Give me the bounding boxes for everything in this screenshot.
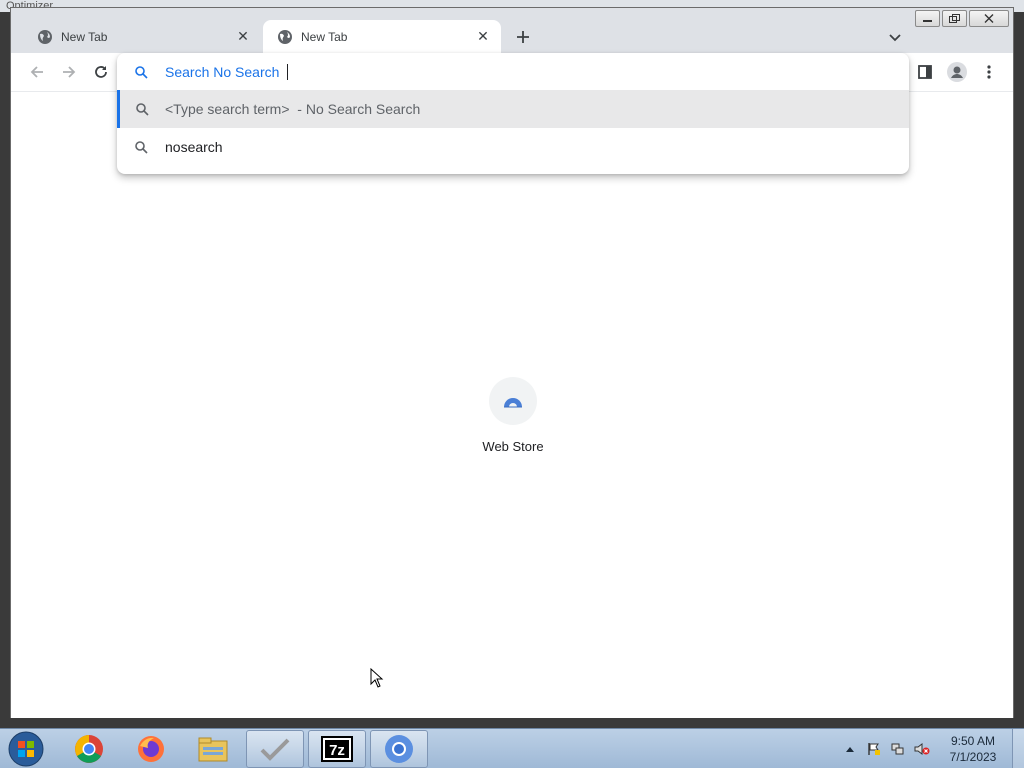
globe-icon — [277, 29, 293, 45]
more-vert-icon — [987, 65, 991, 79]
window-controls — [915, 10, 1009, 27]
shortcut-web-store[interactable]: Web Store — [463, 377, 563, 454]
search-icon — [120, 102, 165, 116]
show-desktop-button[interactable] — [1012, 729, 1024, 768]
taskbar: 7z 9:50 AM 7/1/2023 — [0, 728, 1024, 768]
close-window-button[interactable] — [969, 10, 1009, 27]
close-tab-icon[interactable]: ✕ — [475, 28, 491, 45]
clock-time: 9:50 AM — [950, 734, 996, 748]
checkmark-app-icon — [260, 738, 290, 761]
omnibox-input[interactable]: Search No Search — [117, 53, 909, 91]
chromium-icon — [385, 735, 413, 763]
search-icon — [117, 140, 165, 154]
chrome-icon — [75, 735, 103, 763]
tab-strip: New Tab ✕ New Tab ✕ — [11, 8, 1013, 53]
omnibox-dropdown: Search No Search <Type search term> - No… — [117, 53, 909, 174]
7zip-icon: 7z — [321, 736, 353, 762]
minimize-icon — [923, 20, 932, 22]
tab-search-button[interactable] — [883, 26, 907, 50]
profile-button[interactable] — [945, 60, 969, 84]
shortcut-label: Web Store — [482, 439, 544, 454]
volume-muted-icon[interactable] — [914, 741, 930, 757]
action-center-flag-icon[interactable] — [866, 741, 882, 757]
taskbar-clock[interactable]: 9:50 AM 7/1/2023 — [938, 733, 1008, 765]
maximize-button[interactable] — [942, 10, 967, 27]
new-tab-page: Web Store — [11, 91, 1013, 718]
browser-window: New Tab ✕ New Tab ✕ Search No Search <Ty… — [10, 7, 1014, 718]
minimize-button[interactable] — [915, 10, 940, 27]
arrow-left-icon — [30, 66, 43, 78]
mouse-cursor-icon — [370, 667, 384, 691]
start-button[interactable] — [6, 730, 46, 768]
back-button[interactable] — [25, 60, 49, 84]
suggestion-text: <Type search term> - No Search Search — [165, 101, 421, 117]
close-icon — [984, 14, 994, 23]
avatar-icon — [947, 62, 967, 82]
arrow-right-icon — [63, 66, 76, 78]
search-icon — [117, 65, 165, 79]
side-panel-icon — [918, 65, 932, 79]
new-tab-button[interactable] — [511, 25, 535, 49]
globe-icon — [37, 29, 53, 45]
network-icon[interactable] — [890, 741, 906, 757]
reload-icon — [95, 66, 107, 78]
taskbar-7zip[interactable]: 7z — [308, 730, 366, 768]
suggestion-item-search-term[interactable]: <Type search term> - No Search Search — [117, 90, 909, 128]
reload-button[interactable] — [89, 60, 113, 84]
svg-text:7z: 7z — [329, 742, 345, 759]
windows-logo-icon — [8, 731, 44, 767]
taskbar-chrome[interactable] — [60, 730, 118, 768]
chrome-menu-button[interactable] — [977, 60, 1001, 84]
tab-title: New Tab — [301, 29, 348, 44]
plus-icon — [517, 31, 529, 43]
close-tab-icon[interactable]: ✕ — [235, 28, 251, 45]
taskbar-checkmark-app[interactable] — [246, 730, 304, 768]
suggestion-text: nosearch — [165, 139, 223, 155]
omnibox-text: Search No Search — [165, 64, 280, 80]
suggestion-item-nosearch[interactable]: nosearch — [117, 128, 909, 166]
restore-icon — [949, 14, 960, 23]
clock-date: 7/1/2023 — [949, 750, 997, 764]
text-caret — [287, 64, 289, 80]
taskbar-firefox[interactable] — [122, 730, 180, 768]
file-explorer-icon — [198, 737, 228, 762]
chevron-down-icon — [889, 34, 901, 42]
firefox-icon — [138, 736, 164, 762]
taskbar-file-explorer[interactable] — [184, 730, 242, 768]
tab-new-tab-1[interactable]: New Tab ✕ — [23, 20, 261, 53]
side-panel-button[interactable] — [913, 60, 937, 84]
tab-new-tab-2[interactable]: New Tab ✕ — [263, 20, 501, 53]
forward-button[interactable] — [57, 60, 81, 84]
web-store-icon — [489, 377, 537, 425]
tab-title: New Tab — [61, 29, 108, 44]
taskbar-chromium[interactable] — [370, 730, 428, 768]
system-tray — [842, 729, 930, 768]
tray-expand-icon[interactable] — [842, 741, 858, 757]
